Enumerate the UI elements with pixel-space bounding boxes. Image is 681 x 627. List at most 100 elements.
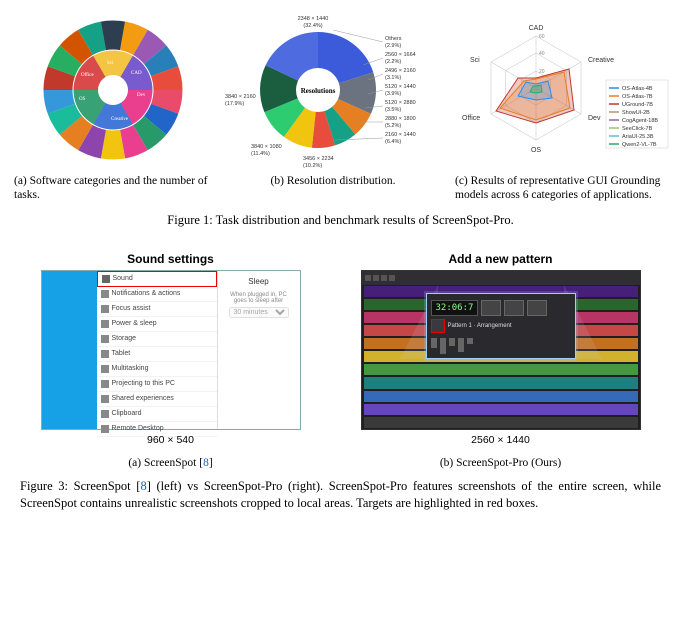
sunburst-chart: Dev Creative OS Office Sci CAD bbox=[13, 10, 213, 170]
radar-chart: CAD Creative Dev OS Office Sci 20 40 60 bbox=[451, 10, 671, 170]
power-icon bbox=[101, 320, 109, 328]
svg-text:2348 × 1440: 2348 × 1440 bbox=[298, 16, 329, 22]
svg-text:OS-Atlas-4B: OS-Atlas-4B bbox=[622, 86, 653, 92]
daw-topbar bbox=[362, 271, 640, 285]
figure-1-row: Dev Creative OS Office Sci CAD (a) Softw… bbox=[10, 10, 671, 203]
clipboard-icon bbox=[101, 410, 109, 418]
svg-text:2496 × 2160: 2496 × 2160 bbox=[385, 68, 416, 74]
figure-3b-dimensions: 2560 × 1440 bbox=[361, 434, 641, 446]
toolbar-chip bbox=[527, 300, 547, 316]
menu-item: Shared experiences bbox=[97, 392, 217, 407]
svg-text:40: 40 bbox=[539, 51, 545, 57]
pie-chart: Resolutions 2348 × 1440 (32.4%) Others(2… bbox=[223, 10, 443, 170]
chip-icon bbox=[373, 275, 379, 281]
menu-item: Multitasking bbox=[97, 362, 217, 377]
svg-text:(2.9%): (2.9%) bbox=[385, 43, 401, 49]
svg-text:AriaUI-25.3B: AriaUI-25.3B bbox=[622, 134, 654, 140]
svg-text:60: 60 bbox=[539, 34, 545, 40]
screenshot-windows-sound: Sound Notifications & actions Focus assi… bbox=[41, 270, 301, 430]
svg-text:Sci: Sci bbox=[470, 57, 480, 64]
content-subtitle: When plugged in, PC goes to sleep after bbox=[224, 292, 294, 304]
project-icon bbox=[101, 380, 109, 388]
svg-text:2560 × 1664: 2560 × 1664 bbox=[385, 52, 416, 58]
menu-label: Multitasking bbox=[112, 365, 149, 372]
figure-3b-caption: (b) ScreenSpot-Pro (Ours) bbox=[361, 456, 641, 470]
svg-text:(6.4%): (6.4%) bbox=[385, 139, 401, 145]
svg-text:(3.5%): (3.5%) bbox=[385, 107, 401, 113]
svg-text:Creative: Creative bbox=[588, 57, 614, 64]
figure-1c-caption: (c) Results of representative GUI Ground… bbox=[451, 174, 671, 203]
svg-text:UGround-7B: UGround-7B bbox=[622, 102, 653, 108]
svg-text:(2.2%): (2.2%) bbox=[385, 59, 401, 65]
transport-timer: 32:06:7 bbox=[431, 300, 479, 316]
tablet-icon bbox=[101, 350, 109, 358]
speaker-icon bbox=[102, 275, 110, 283]
multitask-icon bbox=[101, 365, 109, 373]
menu-label: Storage bbox=[112, 335, 137, 342]
svg-text:2880 × 1800: 2880 × 1800 bbox=[385, 116, 416, 122]
svg-text:3456 × 2234: 3456 × 2234 bbox=[303, 156, 334, 162]
settings-menu: Sound Notifications & actions Focus assi… bbox=[97, 271, 218, 429]
figure-3b-panel: Add a new pattern bbox=[361, 252, 641, 470]
svg-text:CAD: CAD bbox=[529, 25, 544, 32]
svg-text:2160 × 1440: 2160 × 1440 bbox=[385, 132, 416, 138]
menu-label: Remote Desktop bbox=[112, 425, 164, 432]
windows-blue-sidebar bbox=[42, 271, 97, 429]
figure-1a-caption: (a) Software categories and the number o… bbox=[10, 174, 215, 203]
figure-1-caption: Figure 1: Task distribution and benchmar… bbox=[10, 213, 671, 228]
svg-text:5120 × 1440: 5120 × 1440 bbox=[385, 84, 416, 90]
svg-text:Qwen2-VL-7B: Qwen2-VL-7B bbox=[622, 142, 657, 148]
figure-3a-dimensions: 960 × 540 bbox=[41, 434, 301, 446]
figure-1b-panel: Resolutions 2348 × 1440 (32.4%) Others(2… bbox=[223, 10, 443, 188]
menu-label: Shared experiences bbox=[112, 395, 174, 402]
menu-item: Storage bbox=[97, 332, 217, 347]
figure-3-caption: Figure 3: ScreenSpot [8] (left) vs Scree… bbox=[20, 478, 661, 512]
pattern-label: Pattern 1 · Arrangement bbox=[448, 323, 512, 329]
svg-text:(17.9%): (17.9%) bbox=[225, 101, 244, 107]
svg-text:Office: Office bbox=[462, 115, 480, 122]
svg-text:CogAgent-18B: CogAgent-18B bbox=[622, 118, 658, 124]
svg-text:SeeClick-7B: SeeClick-7B bbox=[622, 126, 653, 132]
chip-icon bbox=[381, 275, 387, 281]
menu-label: Focus assist bbox=[112, 305, 151, 312]
svg-text:Office: Office bbox=[81, 73, 94, 78]
settings-content: Sleep When plugged in, PC goes to sleep … bbox=[218, 271, 300, 429]
figure-3a-caption: (a) ScreenSpot [8] bbox=[41, 456, 301, 470]
svg-text:Others: Others bbox=[385, 36, 402, 42]
figure-3-row: Sound settings Sound Notifications & act… bbox=[10, 252, 671, 470]
menu-label: Projecting to this PC bbox=[112, 380, 175, 387]
svg-text:3840 × 2160: 3840 × 2160 bbox=[225, 94, 256, 100]
svg-text:20: 20 bbox=[539, 69, 545, 75]
moon-icon bbox=[101, 305, 109, 313]
figure-3a-heading: Sound settings bbox=[41, 252, 301, 266]
svg-text:Dev: Dev bbox=[137, 93, 146, 98]
svg-text:Resolutions: Resolutions bbox=[301, 87, 336, 95]
svg-text:(11.4%): (11.4%) bbox=[251, 151, 270, 157]
daw-zoom-inset: 32:06:7 Pattern 1 · Arrangement bbox=[426, 293, 576, 359]
remote-icon bbox=[101, 425, 109, 433]
svg-text:Creative: Creative bbox=[111, 117, 129, 122]
menu-item: Power & sleep bbox=[97, 317, 217, 332]
figure-1a-panel: Dev Creative OS Office Sci CAD (a) Softw… bbox=[10, 10, 215, 203]
svg-text:(3.9%): (3.9%) bbox=[385, 91, 401, 97]
svg-text:ShowUI-2B: ShowUI-2B bbox=[622, 110, 650, 116]
svg-text:OS-Atlas-7B: OS-Atlas-7B bbox=[622, 94, 653, 100]
menu-item: Clipboard bbox=[97, 407, 217, 422]
svg-text:(10.2%): (10.2%) bbox=[303, 163, 322, 169]
screenshot-daw: 32:06:7 Pattern 1 · Arrangement bbox=[361, 270, 641, 430]
svg-text:OS: OS bbox=[531, 147, 541, 154]
svg-text:(5.2%): (5.2%) bbox=[385, 123, 401, 129]
menu-label: Tablet bbox=[112, 350, 131, 357]
menu-item: Projecting to this PC bbox=[97, 377, 217, 392]
menu-label: Clipboard bbox=[112, 410, 142, 417]
menu-label: Sound bbox=[113, 275, 133, 282]
drive-icon bbox=[101, 335, 109, 343]
menu-item: Notifications & actions bbox=[97, 287, 217, 302]
menu-item-sound: Sound bbox=[97, 271, 217, 287]
svg-text:Sci: Sci bbox=[107, 61, 114, 66]
svg-text:OS: OS bbox=[79, 97, 86, 102]
figure-1c-panel: CAD Creative Dev OS Office Sci 20 40 60 bbox=[451, 10, 671, 203]
clip-bars bbox=[431, 338, 571, 354]
svg-text:5120 × 2880: 5120 × 2880 bbox=[385, 100, 416, 106]
menu-label: Notifications & actions bbox=[112, 290, 181, 297]
